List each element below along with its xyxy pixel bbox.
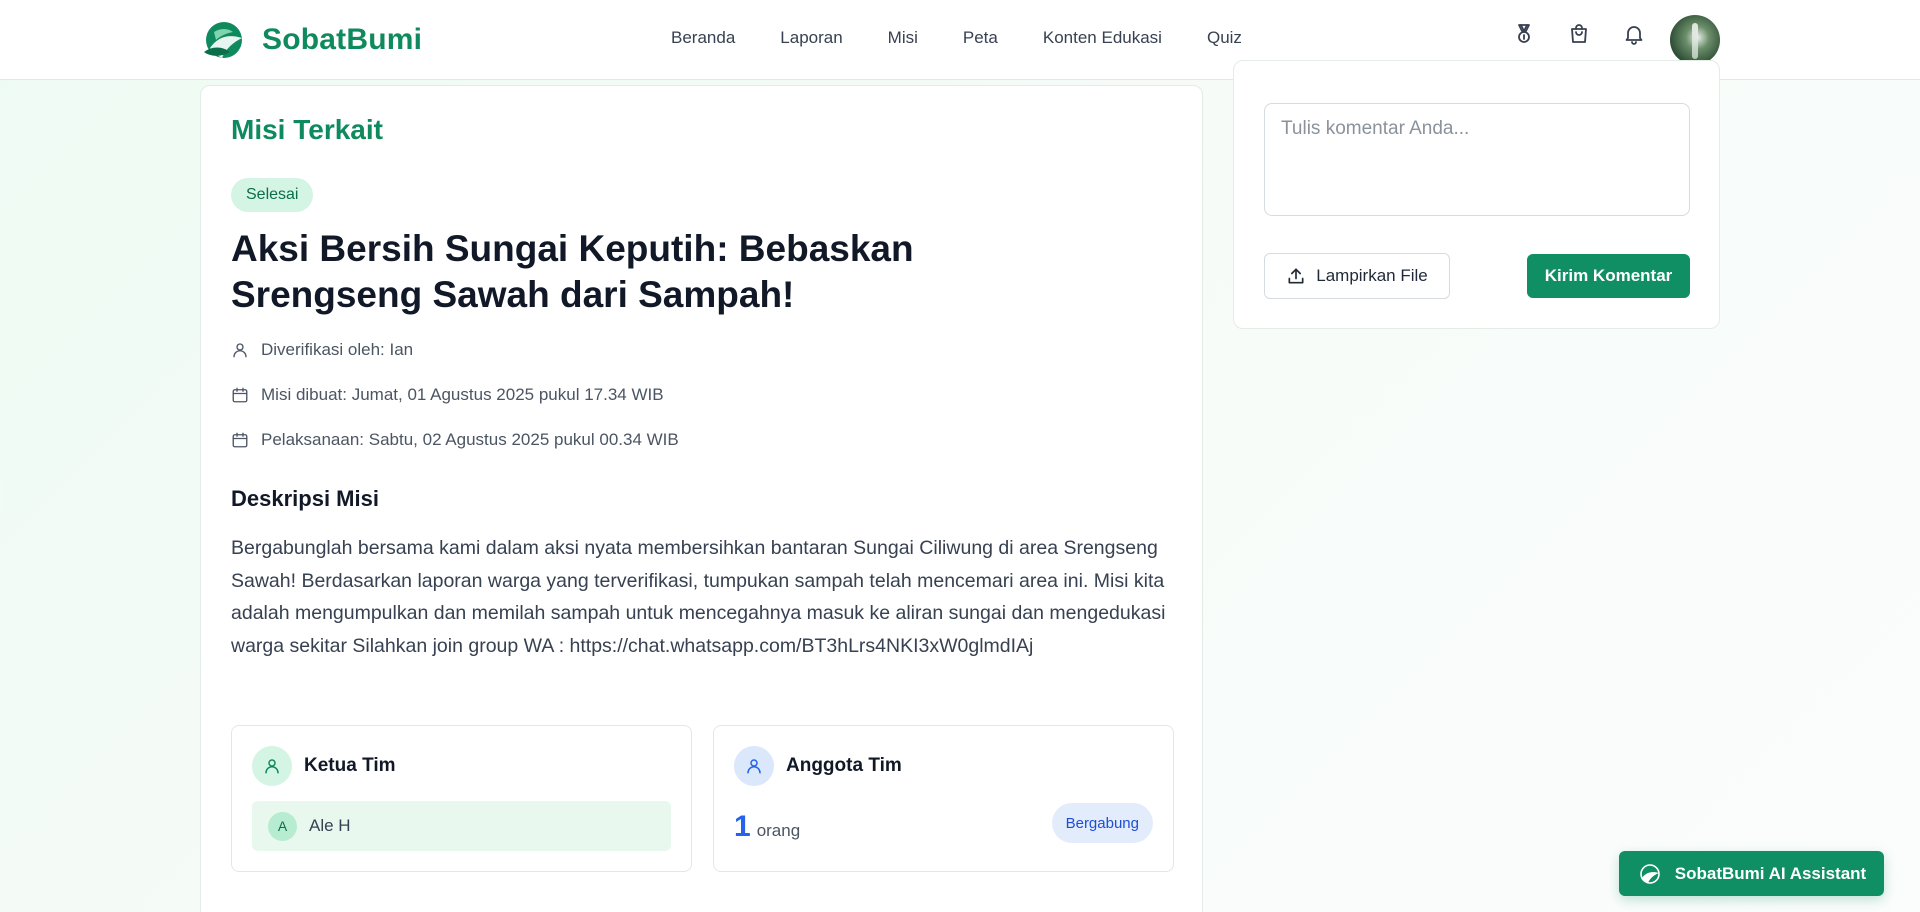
team-members-label: Anggota Tim [786, 755, 902, 776]
nav-item-beranda[interactable]: Beranda [671, 28, 735, 48]
team-members-card: Anggota Tim 1 orang Bergabung [713, 725, 1174, 872]
user-icon [233, 343, 247, 358]
nav-item-quiz[interactable]: Quiz [1207, 28, 1242, 48]
leader-name: Ale H [309, 816, 351, 835]
bell-icon[interactable] [1622, 22, 1646, 46]
verified-by-text: Diverifikasi oleh: Ian [261, 340, 414, 359]
brand-name: SobatBumi [262, 23, 423, 56]
attach-file-button[interactable]: Lampirkan File [1264, 253, 1450, 299]
main-nav: Beranda Laporan Misi Peta Konten Edukasi… [671, 28, 1242, 48]
leader-avatar: A [268, 811, 297, 841]
shopping-bag-icon[interactable] [1567, 22, 1591, 46]
header-actions [1512, 22, 1646, 46]
team-leader-header: Ketua Tim [252, 746, 396, 786]
user-avatar[interactable] [1670, 15, 1720, 65]
team-leader-card: Ketua Tim A Ale H [231, 725, 692, 872]
user-icon [252, 746, 292, 786]
join-button[interactable]: Bergabung [1051, 803, 1153, 843]
created-at-text: Misi dibuat: Jumat, 01 Agustus 2025 puku… [261, 385, 664, 404]
member-count: 1 orang [734, 810, 800, 844]
brand-logo[interactable]: SobatBumi [200, 18, 422, 62]
globe-leaf-icon [1639, 863, 1660, 884]
medal-icon[interactable] [1512, 22, 1536, 46]
user-icon [734, 746, 774, 786]
status-badge: Selesai [231, 178, 314, 212]
verified-by-row: Diverifikasi oleh: Ian [231, 340, 413, 360]
mission-detail-card: Misi Terkait Selesai Aksi Bersih Sungai … [200, 85, 1203, 912]
comment-input[interactable] [1264, 103, 1690, 216]
send-comment-button[interactable]: Kirim Komentar [1527, 254, 1690, 298]
member-count-number: 1 [734, 810, 751, 843]
upload-icon [1288, 268, 1304, 284]
execution-text: Pelaksanaan: Sabtu, 02 Agustus 2025 puku… [261, 430, 679, 449]
comment-card: Lampirkan File Kirim Komentar [1233, 60, 1720, 329]
created-at-row: Misi dibuat: Jumat, 01 Agustus 2025 puku… [231, 385, 664, 405]
attach-file-label: Lampirkan File [1316, 266, 1428, 285]
team-leader-row: A Ale H [252, 801, 671, 851]
member-count-unit: orang [756, 821, 801, 840]
nav-item-laporan[interactable]: Laporan [780, 28, 842, 48]
nav-item-peta[interactable]: Peta [963, 28, 998, 48]
mission-description: Bergabunglah bersama kami dalam aksi nya… [231, 537, 1166, 657]
nav-item-misi[interactable]: Misi [888, 28, 918, 48]
nav-item-konten-edukasi[interactable]: Konten Edukasi [1043, 28, 1162, 48]
globe-leaf-icon [204, 22, 242, 58]
team-members-header: Anggota Tim [734, 746, 902, 786]
calendar-icon [232, 432, 248, 448]
team-leader-label: Ketua Tim [304, 755, 396, 776]
section-title: Misi Terkait [231, 114, 383, 145]
calendar-icon [232, 387, 248, 403]
ai-assistant-label: SobatBumi AI Assistant [1674, 863, 1867, 883]
ai-assistant-button[interactable]: SobatBumi AI Assistant [1619, 851, 1884, 896]
execution-row: Pelaksanaan: Sabtu, 02 Agustus 2025 puku… [231, 430, 679, 450]
description-heading: Deskripsi Misi [231, 486, 379, 511]
mission-title: Aksi Bersih Sungai Keputih: Bebaskan Sre… [231, 228, 914, 315]
